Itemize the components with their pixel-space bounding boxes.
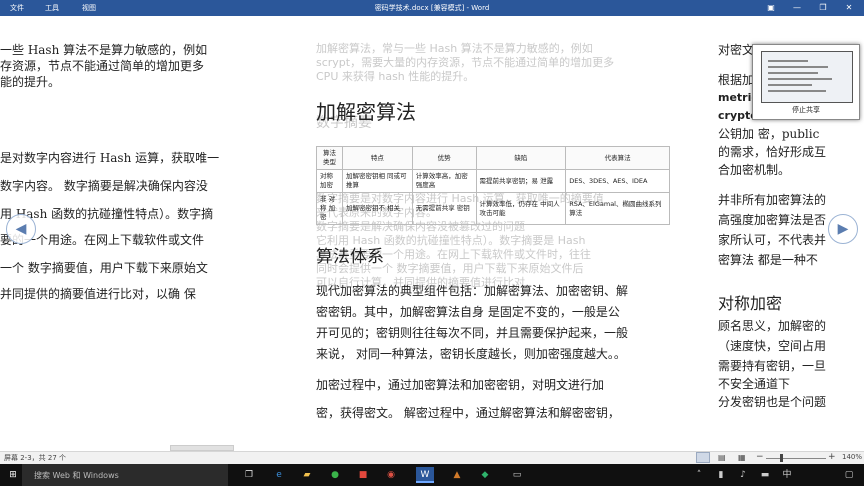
right-line: 密算法 都是一种不 (718, 253, 818, 267)
table-cell: 非 对称 加密 (316, 192, 343, 225)
heading-symmetric: 对称加密 (718, 294, 783, 313)
right-line: 需要持有密钥，一旦 (718, 359, 827, 373)
left-page: 一些 Hash 算法不是算力敏感的，例如 存资源，节点不能通过简单的增加更多 能… (0, 16, 290, 451)
edge-browser-icon[interactable]: e (270, 467, 288, 483)
table-header-row: 算法 类型 特点 优势 缺陷 代表算法 (316, 146, 670, 170)
left-line: 数字内容。 数字摘要是解决确保内容没 (0, 179, 208, 193)
network-icon[interactable]: ▮ (712, 467, 730, 483)
app-icon-orange[interactable]: ▲ (448, 467, 466, 483)
battery-icon[interactable]: ▬ (756, 467, 774, 483)
page-info: 屏幕 2-3，共 27 个 (4, 454, 67, 462)
left-line: 一个 数字摘要值，用户下载下来原始文 (0, 261, 208, 275)
window-title: 密码学技术.docx [兼容模式] - Word (374, 4, 490, 12)
table-row: 非 对称 加密 加解密密钥不 相关 无需提前共享 密钥 计算效率低，仍存在 中间… (316, 192, 670, 225)
next-page-arrow-icon[interactable]: ▶ (828, 214, 858, 244)
task-view-icon[interactable]: ❐ (240, 467, 258, 483)
right-line: 合加密机制。 (718, 163, 791, 177)
right-line: 对密文 (718, 43, 755, 57)
table-row: 对称 加密 加解密密钥相 同或可推算 计算效率高，加密强度高 需提前共享密钥；易… (316, 169, 670, 193)
notification-arrow-icon[interactable]: ˄ (690, 467, 708, 483)
table-cell: 计算效率低，仍存在 中间人攻击可能 (475, 192, 567, 225)
table-header: 代表算法 (565, 146, 670, 170)
ghost-line: scrypt，需要大量的内存资源，节点不能通过简单的增加更多 (316, 56, 615, 69)
heading-algorithm-system: 算法体系 (316, 247, 384, 267)
table-header: 算法 类型 (316, 146, 343, 170)
paragraph-line: 密，获得密文。 解密过程中，通过解密算法和解密密钥， (316, 406, 620, 420)
table-cell: 计算效率高，加密强度高 (411, 169, 477, 193)
right-line: 不安全通道下 (718, 377, 791, 391)
terminal-icon[interactable]: ▭ (508, 467, 526, 483)
table-cell: 对称 加密 (316, 169, 343, 193)
file-explorer-icon[interactable]: ▰ (298, 467, 316, 483)
right-line: 高强度加密算法是否 (718, 213, 827, 227)
document-area[interactable]: 一些 Hash 算法不是算力敏感的，例如 存资源，节点不能通过简单的增加更多 能… (0, 16, 864, 451)
paragraph-line: 加密过程中，通过加密算法和加密密钥，对明文进行加 (316, 378, 605, 392)
screen-share-popup: 停止共享 (752, 44, 860, 120)
input-method-icon[interactable]: 中 (778, 467, 796, 483)
word-app-icon[interactable]: W (416, 467, 434, 483)
table-cell: 无需提前共享 密钥 (411, 192, 477, 225)
share-preview-thumbnail (761, 51, 853, 103)
table-cell: 加解密密钥相 同或可推算 (341, 169, 413, 193)
print-layout-icon[interactable]: ▤ (718, 453, 726, 462)
search-box[interactable]: 搜索 Web 和 Windows (34, 470, 119, 481)
zoom-level[interactable]: 140% (842, 453, 862, 461)
web-layout-icon[interactable]: ▦ (738, 453, 746, 462)
left-line: 能的提升。 (0, 75, 61, 89)
app-icon-red[interactable]: ■ (354, 467, 372, 483)
table-header: 缺陷 (475, 146, 567, 170)
left-line: 是对数字内容进行 Hash 运算，获取唯一 (0, 151, 220, 165)
left-line: 存资源，节点不能通过简单的增加更多 (0, 59, 205, 73)
right-line: 家所认可，不代表并 (718, 233, 827, 247)
windows-start-icon[interactable]: ⊞ (4, 467, 22, 483)
right-line: 并非所有加密算法的 (718, 193, 827, 207)
paragraph-line: 现代加密算法的典型组件包括：加解密算法、加密密钥、解 (316, 284, 629, 298)
table-cell: 加解密密钥不 相关 (341, 192, 413, 225)
ghost-line: CPU 来获得 hash 性能的提升。 (316, 70, 475, 83)
algorithm-table: 算法 类型 特点 优势 缺陷 代表算法 对称 加密 加解密密钥相 同或可推算 计… (316, 146, 670, 225)
app-icon-green[interactable]: ● (326, 467, 344, 483)
left-line: 并同提供的摘要值进行比对，以确 保 (0, 287, 196, 301)
table-cell: 需提前共享密钥；易 泄露 (475, 169, 567, 193)
right-line: （速度快，空间占用 (718, 339, 827, 353)
table-cell: DES、3DES、AES、IDEA (565, 169, 670, 193)
volume-icon[interactable]: ♪ (734, 467, 752, 483)
zoom-slider-thumb[interactable] (780, 454, 783, 462)
title-bar: 文件 工具 视图 密码学技术.docx [兼容模式] - Word ▣ — ❐ … (0, 0, 864, 16)
paragraph-line: 来说， 对同一种算法，密钥长度越长，则加密强度越大。。 (316, 347, 626, 361)
paragraph-line: 密密钥。其中，加解密算法自身 是固定不变的，一般是公 (316, 305, 620, 319)
ghost-line: 加解密算法，常与一些 Hash 算法不是算力敏感的，例如 (316, 42, 593, 55)
status-bar: 屏幕 2-3，共 27 个 ▤ ▦ − + 140% (0, 451, 864, 464)
action-center-icon[interactable]: ▢ (840, 467, 858, 483)
chrome-icon[interactable]: ◉ (382, 467, 400, 483)
right-line: 根据加 (718, 73, 755, 87)
paragraph-line: 开可见的；密钥则往往每次不同，并且需要保护起来，一般 (316, 326, 629, 340)
heading-encryption-algorithms: 加解密算法 (316, 100, 416, 124)
read-mode-icon[interactable] (696, 452, 710, 463)
app-icon-teal[interactable]: ◆ (476, 467, 494, 483)
right-line: 的需求，恰好形成互 (718, 145, 827, 159)
zoom-slider-track[interactable] (766, 458, 826, 459)
close-button[interactable]: ✕ (834, 0, 864, 16)
right-line: 分发密钥也是个问题 (718, 395, 827, 409)
word-window: 文件 工具 视图 密码学技术.docx [兼容模式] - Word ▣ — ❐ … (0, 0, 864, 486)
right-line: 顾名思义，加解密的 (718, 319, 827, 333)
zoom-in-icon[interactable]: + (828, 452, 836, 462)
stop-sharing-button[interactable]: 停止共享 (753, 105, 859, 115)
table-cell: RSA、ElGamal、椭圆曲线系列算法 (565, 192, 670, 225)
table-header: 优势 (411, 146, 477, 170)
zoom-out-icon[interactable]: − (756, 452, 764, 462)
right-line: 公钥加 密，public (718, 127, 820, 141)
windows-taskbar: ⊞ 搜索 Web 和 Windows ❐ e ▰ ● ■ ◉ W ▲ ◆ ▭ ˄… (0, 464, 864, 486)
table-header: 特点 (341, 146, 413, 170)
middle-page: 加解密算法，常与一些 Hash 算法不是算力敏感的，例如 scrypt，需要大量… (290, 16, 698, 451)
previous-page-arrow-icon[interactable]: ◀ (6, 214, 36, 244)
left-line: 一些 Hash 算法不是算力敏感的，例如 (0, 43, 208, 57)
